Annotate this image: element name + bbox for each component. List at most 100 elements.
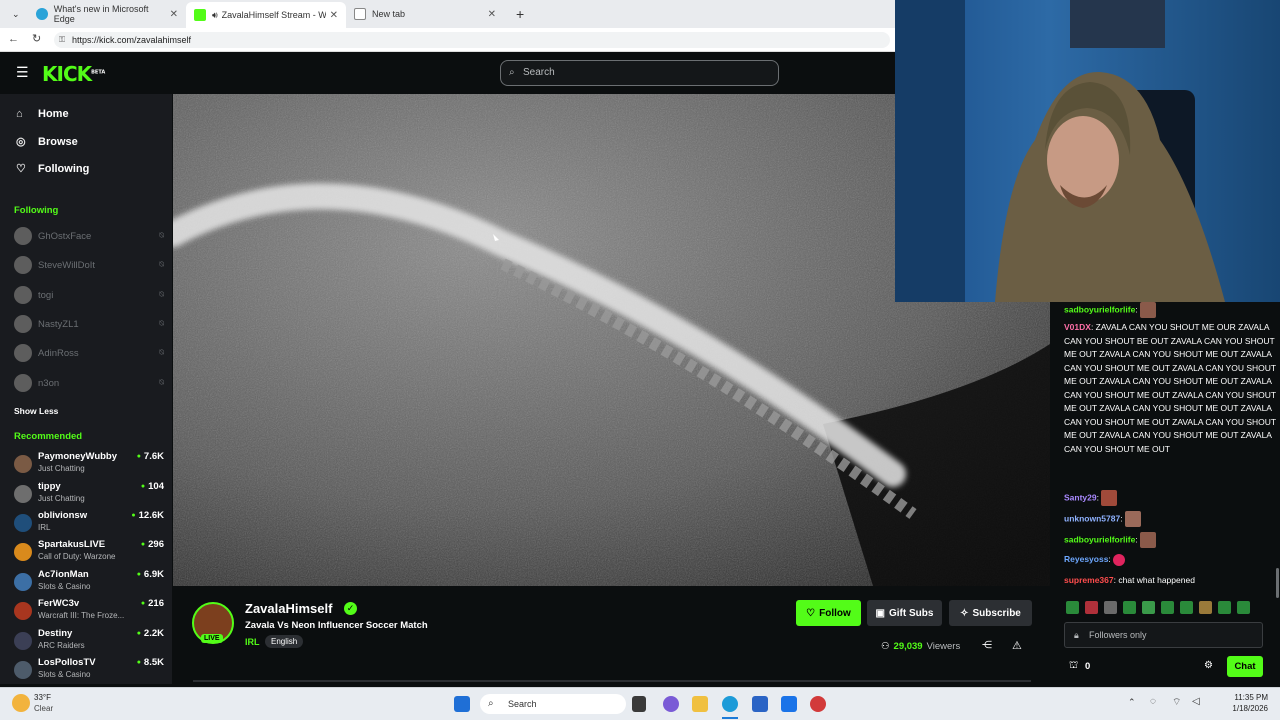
language-tag[interactable]: English [265, 635, 304, 648]
new-tab-plus-icon[interactable]: + [508, 3, 530, 25]
recommended-channel[interactable]: SpartakusLIVE Call of Duty: Warzone 296 [14, 538, 164, 566]
tab-new-tab[interactable]: New tab ✕ [346, 3, 504, 25]
search-icon: ⌕ [488, 698, 494, 709]
following-channel[interactable]: AdinRoss ⍉ [14, 343, 164, 363]
tab-whats-new[interactable]: What's new in Microsoft Edge ✕ [28, 3, 186, 25]
emote-icon[interactable] [1104, 601, 1117, 614]
taskbar-search-input[interactable]: ⌕ Search [480, 694, 626, 714]
tab-actions-chevron-icon[interactable]: ⌄ [4, 3, 26, 25]
recommended-channel[interactable]: LosPollosTV Slots & Casino 8.5K [14, 656, 164, 684]
stream-info-bar: LIVE ZavalaHimself ✓ Zavala Vs Neon Infl… [173, 586, 1050, 684]
following-channel[interactable]: GhOstxFace ⍉ [14, 226, 164, 246]
gift-subs-button[interactable]: ▣ Gift Subs [867, 600, 942, 626]
chat-message: supreme367: chat what happened [1064, 575, 1195, 585]
search-input[interactable]: ⌕ Search [500, 60, 779, 86]
emote-icon[interactable] [1180, 601, 1193, 614]
following-channel[interactable]: togi ⍉ [14, 285, 164, 305]
channel-category: IRL [38, 523, 51, 532]
stream-title: Zavala Vs Neon Influencer Soccer Match [245, 620, 428, 631]
show-less-link[interactable]: Show Less [14, 406, 58, 416]
wifi-icon[interactable]: ⌔ [1172, 696, 1181, 709]
chat-message: Santy29: [1064, 490, 1276, 506]
copilot-icon[interactable] [663, 696, 679, 712]
close-tab-icon[interactable]: ✕ [330, 10, 338, 21]
recommended-channel[interactable]: Destiny ARC Raiders 2.2K [14, 627, 164, 655]
chevron-up-icon[interactable]: ⌃ [1128, 697, 1136, 708]
windows-start-icon[interactable] [454, 696, 470, 712]
audio-playing-icon[interactable]: 🔊︎ [212, 10, 218, 21]
sidebar-item-home[interactable]: ⌂ Home [16, 108, 69, 120]
viewer-count: ⚇ 29,039 Viewers [881, 641, 961, 652]
emote-icon[interactable] [1237, 601, 1250, 614]
following-channel[interactable]: NastyZL1 ⍉ [14, 314, 164, 334]
avatar [14, 632, 32, 650]
back-arrow-icon[interactable]: ← [8, 33, 19, 45]
clock-date[interactable]: 1/18/2026 [1222, 704, 1268, 713]
avatar [14, 256, 32, 274]
subscribe-button[interactable]: ✧ Subscribe [949, 600, 1032, 626]
points-icon[interactable]: ⛫ [1069, 660, 1078, 673]
avatar [14, 455, 32, 473]
kick-logo[interactable]: KICKBETA [42, 62, 105, 86]
recommended-channel[interactable]: PaymoneyWubby Just Chatting 7.6K [14, 450, 164, 478]
clock-time[interactable]: 11:35 PM [1222, 693, 1268, 702]
chat-message: V01DX: ZAVALA CAN YOU SHOUT ME OUR ZAVAL… [1064, 322, 1276, 454]
chat-input[interactable]: 🔒︎ Followers only [1064, 622, 1263, 648]
emote-quick-bar [1066, 601, 1270, 615]
tab-zavalahimself[interactable]: 🔊︎ ZavalaHimself Stream - Watch ✕ [186, 2, 346, 28]
app-icon[interactable] [810, 696, 826, 712]
heart-icon: ♡ [806, 607, 816, 619]
channel-name: tippy [38, 481, 61, 492]
network-icon[interactable]: ◌ [1150, 696, 1156, 707]
hamburger-menu-icon[interactable]: ☰ [16, 64, 29, 81]
avatar [14, 543, 32, 561]
viewer-count: 12.6K [131, 510, 164, 521]
recommended-channel[interactable]: FerWC3v Warcraft III: The Froze... 216 [14, 597, 164, 625]
emote-icon[interactable] [1066, 601, 1079, 614]
volume-icon[interactable]: ◁ [1192, 696, 1200, 707]
send-chat-button[interactable]: Chat [1227, 656, 1263, 677]
webcam-overlay [895, 0, 1280, 302]
close-tab-icon[interactable]: ✕ [488, 9, 496, 20]
category-link[interactable]: IRL [245, 637, 260, 647]
kick-header: ☰ KICKBETA ⌕ Search [0, 52, 895, 94]
sidebar-item-following[interactable]: ♡ Following [16, 162, 89, 176]
home-icon: ⌂ [16, 108, 23, 120]
file-explorer-icon[interactable] [692, 696, 708, 712]
compass-icon: ◎ [16, 136, 26, 148]
sidebar-item-browse[interactable]: ◎ Browse [16, 135, 78, 149]
outlook-icon[interactable] [781, 696, 797, 712]
site-info-icon[interactable]: ⚿ [59, 32, 65, 48]
store-icon[interactable] [752, 696, 768, 712]
offline-icon: ⍉ [159, 260, 164, 269]
emote-icon[interactable] [1161, 601, 1174, 614]
emote-icon[interactable] [1085, 601, 1098, 614]
emote-icon[interactable] [1218, 601, 1231, 614]
weather-desc[interactable]: Clear [34, 704, 53, 713]
following-channel[interactable]: SteveWillDoIt ⍉ [14, 255, 164, 275]
viewer-count: 104 [141, 481, 164, 492]
task-view-icon[interactable] [632, 696, 646, 712]
offline-icon: ⍉ [159, 378, 164, 387]
following-channel[interactable]: n3on ⍉ [14, 373, 164, 393]
settings-gear-icon[interactable]: ⚙ [1204, 660, 1213, 671]
refresh-icon[interactable]: ↻ [32, 32, 41, 45]
emote-icon[interactable] [1142, 601, 1155, 614]
recommended-channel[interactable]: Ac7ionMan Slots & Casino 6.9K [14, 568, 164, 596]
avatar [14, 514, 32, 532]
channel-name[interactable]: ZavalaHimself [245, 601, 332, 616]
close-tab-icon[interactable]: ✕ [170, 9, 178, 20]
report-warning-icon[interactable]: ⚠ [1012, 639, 1022, 652]
emote-icon[interactable] [1199, 601, 1212, 614]
weather-temp[interactable]: 33°F [34, 693, 51, 702]
recommended-channel[interactable]: tippy Just Chatting 104 [14, 480, 164, 508]
share-icon[interactable]: ⋲ [982, 640, 992, 651]
verified-badge-icon: ✓ [344, 602, 357, 615]
recommended-channel[interactable]: oblivionsw IRL 12.6K [14, 509, 164, 537]
follow-button[interactable]: ♡ Follow [796, 600, 861, 626]
chat-scrollbar[interactable] [1276, 568, 1279, 598]
emote-icon[interactable] [1123, 601, 1136, 614]
url-field[interactable]: ⚿ https://kick.com/zavalahimself [54, 32, 890, 48]
edge-icon[interactable] [722, 696, 738, 712]
weather-icon[interactable] [12, 694, 30, 712]
